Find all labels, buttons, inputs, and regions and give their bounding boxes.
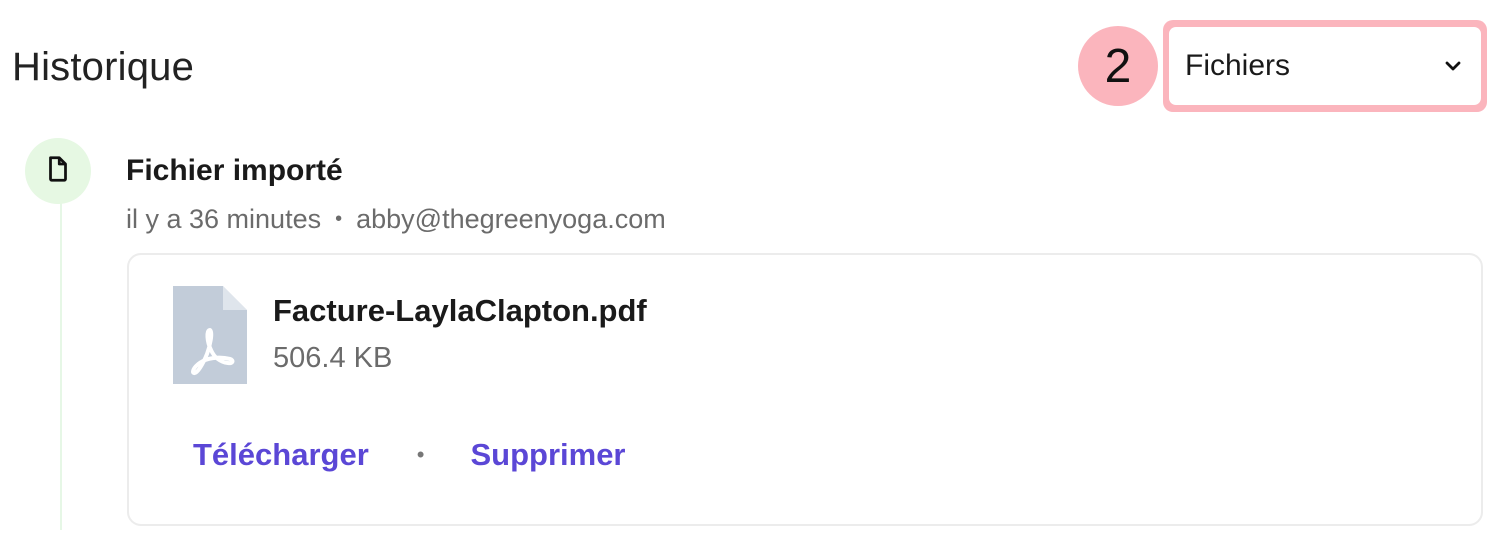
download-link[interactable]: Télécharger (193, 436, 369, 474)
pdf-file-icon (173, 286, 247, 384)
file-icon (43, 154, 73, 189)
file-card: Facture-LaylaClapton.pdf 506.4 KB Téléch… (127, 253, 1483, 526)
timeline-line (60, 200, 62, 530)
file-actions: Télécharger • Supprimer (193, 436, 626, 474)
file-name: Facture-LaylaClapton.pdf (273, 293, 647, 328)
chevron-down-icon (1441, 54, 1465, 78)
event-title: Fichier importé (126, 154, 343, 187)
event-time: il y a 36 minutes (126, 204, 322, 234)
file-size: 506.4 KB (273, 342, 393, 374)
history-panel: Historique 2 Fichiers Fichier importé il… (0, 0, 1510, 546)
filter-select[interactable]: Fichiers (1169, 27, 1481, 105)
event-author: abby@thegreenyoga.com (356, 204, 666, 234)
event-meta: il y a 36 minutes • abby@thegreenyoga.co… (126, 202, 666, 236)
actions-separator: • (416, 442, 425, 467)
meta-separator: • (335, 208, 343, 230)
filter-select-value: Fichiers (1185, 49, 1291, 82)
page-title: Historique (12, 45, 195, 89)
delete-link[interactable]: Supprimer (470, 436, 625, 474)
timeline-dot (25, 138, 91, 204)
step-badge: 2 (1078, 26, 1158, 106)
